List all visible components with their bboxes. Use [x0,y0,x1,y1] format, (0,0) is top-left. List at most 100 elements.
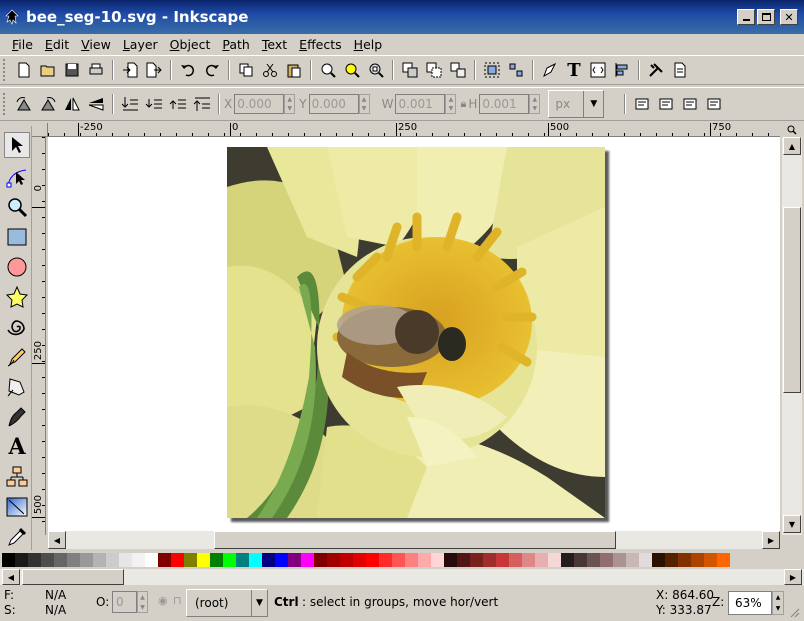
color-swatch[interactable] [158,553,171,567]
rotate-ccw-button[interactable] [13,93,35,115]
x-spin-arrows[interactable]: ▲ ▼ [284,94,296,114]
color-swatch[interactable] [639,553,652,567]
raise-to-top-button[interactable] [191,93,213,115]
document-properties-button[interactable] [669,59,691,81]
menu-effects[interactable]: Effects [293,37,348,52]
group-button[interactable] [481,59,503,81]
xml-editor-button[interactable] [587,59,609,81]
clone-button[interactable] [423,59,445,81]
color-swatch[interactable] [301,553,314,567]
text-font-button[interactable]: T [563,59,585,81]
color-swatch[interactable] [80,553,93,567]
connector-tool[interactable] [4,464,30,490]
rectangle-tool[interactable] [4,224,30,250]
color-swatch[interactable] [223,553,236,567]
zoom-spin-arrows[interactable]: ▲ ▼ [772,591,784,615]
zoom-selection-button[interactable] [317,59,339,81]
transform-corners-button[interactable] [655,93,677,115]
lower-button[interactable] [143,93,165,115]
layer-select[interactable]: (root) ▼ [186,589,268,617]
menu-text[interactable]: Text [256,37,293,52]
transform-gradient-button[interactable] [679,93,701,115]
maximize-button[interactable] [757,9,775,25]
color-swatch[interactable] [600,553,613,567]
color-swatch[interactable] [626,553,639,567]
color-swatch[interactable] [509,553,522,567]
color-swatch[interactable] [587,553,600,567]
w-spin-arrows[interactable]: ▲ ▼ [445,94,457,114]
color-swatch[interactable] [522,553,535,567]
align-distribute-button[interactable] [611,59,633,81]
menu-help[interactable]: Help [348,37,389,52]
color-swatch[interactable] [41,553,54,567]
color-swatch[interactable] [561,553,574,567]
horizontal-scroll-thumb[interactable] [214,531,616,549]
new-document-button[interactable] [13,59,35,81]
palette-scroll-thumb[interactable] [22,569,124,585]
color-swatch[interactable] [613,553,626,567]
flip-vertical-button[interactable] [85,93,107,115]
color-swatch[interactable] [2,553,15,567]
menu-edit[interactable]: Edit [39,37,75,52]
vertical-ruler[interactable]: 0 250 500 [32,137,46,535]
gradient-tool[interactable] [4,494,30,520]
star-tool[interactable] [4,284,30,310]
toolbar-handle[interactable] [3,93,9,115]
calligraphy-tool[interactable] [4,404,30,430]
color-swatch[interactable] [665,553,678,567]
fill-stroke-button[interactable] [539,59,561,81]
resize-grip[interactable] [788,606,800,618]
fill-value[interactable]: N/A [45,588,66,602]
color-swatch[interactable] [353,553,366,567]
flip-horizontal-button[interactable] [61,93,83,115]
export-button[interactable] [143,59,165,81]
h-spin-arrows[interactable]: ▲ ▼ [529,94,541,114]
open-button[interactable] [37,59,59,81]
color-swatch[interactable] [379,553,392,567]
transform-pattern-button[interactable] [703,93,725,115]
spiral-tool[interactable] [4,314,30,340]
color-swatch[interactable] [366,553,379,567]
dropper-tool[interactable] [4,524,30,550]
ellipse-tool[interactable] [4,254,30,280]
pencil-tool[interactable] [4,344,30,370]
color-swatch[interactable] [548,553,561,567]
drawing-canvas[interactable] [48,137,780,531]
paste-button[interactable] [283,59,305,81]
zoom-page-button[interactable] [365,59,387,81]
unlink-clone-button[interactable] [447,59,469,81]
palette-scroll-left-button[interactable]: ◀ [2,569,20,585]
menu-path[interactable]: Path [216,37,255,52]
import-button[interactable] [119,59,141,81]
toolbar-handle[interactable] [3,59,9,81]
w-input[interactable]: 0.001 [395,94,446,114]
cut-button[interactable] [259,59,281,81]
save-button[interactable] [61,59,83,81]
color-swatch[interactable] [470,553,483,567]
color-swatch[interactable] [197,553,210,567]
scroll-right-button[interactable]: ▶ [762,531,780,549]
title-bar[interactable]: bee_seg-10.svg - Inkscape ✕ [0,0,804,34]
vertical-scrollbar[interactable]: ▲ ▼ [782,137,802,535]
undo-button[interactable] [177,59,199,81]
color-swatch[interactable] [314,553,327,567]
color-swatch[interactable] [15,553,28,567]
color-swatch[interactable] [93,553,106,567]
color-swatch[interactable] [340,553,353,567]
color-swatch[interactable] [483,553,496,567]
color-swatch[interactable] [67,553,80,567]
vertical-scroll-thumb[interactable] [783,207,801,393]
color-swatch[interactable] [444,553,457,567]
color-swatch[interactable] [418,553,431,567]
scroll-down-button[interactable]: ▼ [783,515,801,533]
h-input[interactable]: 0.001 [479,94,530,114]
padlock-icon[interactable]: ⊓ [173,594,182,607]
zoom-tool[interactable] [4,194,30,220]
color-swatch[interactable] [171,553,184,567]
color-swatch[interactable] [28,553,41,567]
color-swatch[interactable] [678,553,691,567]
lower-to-bottom-button[interactable] [119,93,141,115]
text-tool[interactable]: A [4,434,30,460]
menu-object[interactable]: Object [164,37,217,52]
color-swatch[interactable] [249,553,262,567]
